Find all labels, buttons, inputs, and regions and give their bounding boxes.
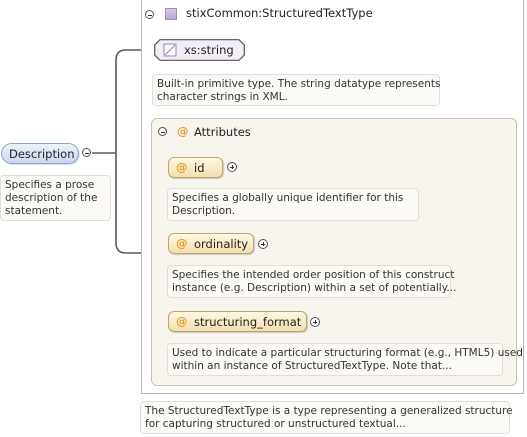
complex-type-doc-line: for capturing structured or unstructured… [145,418,406,430]
attribute-doc: Specifies the intended order position of… [167,265,457,298]
attribute-doc-line: Description. [172,205,236,217]
complex-type-name: stixCommon:StructuredTextType [186,6,373,20]
attribute-at-icon: @ [176,160,188,174]
element-doc-line: statement. [5,205,63,217]
attribute-doc-line: Used to indicate a particular structurin… [172,347,523,359]
attribute-name: ordinality [194,237,249,251]
attribute-doc: Specifies a globally unique identifier f… [167,188,419,221]
attributes-title: Attributes [194,125,251,139]
expand-ordinality-icon[interactable] [258,239,268,249]
collapse-attributes-icon[interactable] [158,127,167,136]
attribute-at-icon: @ [176,236,188,250]
expand-id-icon[interactable] [227,162,237,172]
expand-structuring-format-icon[interactable] [310,317,320,327]
attribute-doc-line: within an instance of StructuredTextType… [172,360,452,372]
attribute-name: structuring_format [194,315,302,329]
attribute-name: id [194,161,205,175]
element-doc-line: description of the [5,192,98,204]
complex-type-doc-line: The StructuredTextType is a type represe… [145,405,513,417]
element-doc-line: Specifies a prose [5,179,95,191]
complex-type-doc: The StructuredTextType is a type represe… [140,401,513,434]
base-type-doc-line: character strings in XML. [157,91,288,103]
element-name: Description [9,147,75,161]
attribute-doc-line: instance (e.g. Description) within a set… [172,282,457,294]
base-type-name: xs:string [184,43,234,57]
attribute-doc-line: Specifies a globally unique identifier f… [172,192,404,204]
collapse-element-icon[interactable] [82,148,91,157]
attribute-doc: Used to indicate a particular structurin… [167,343,523,376]
attribute-doc-line: Specifies the intended order position of… [172,269,455,281]
base-type-doc-line: Built-in primitive type. The string data… [157,78,441,90]
attribute-at-icon: @ [177,124,189,138]
complex-type-icon [165,8,177,20]
element-doc: Specifies a prose description of the sta… [0,175,111,221]
collapse-type-icon[interactable] [145,10,154,19]
attribute-at-icon: @ [176,314,188,328]
base-type-doc: Built-in primitive type. The string data… [152,74,440,106]
